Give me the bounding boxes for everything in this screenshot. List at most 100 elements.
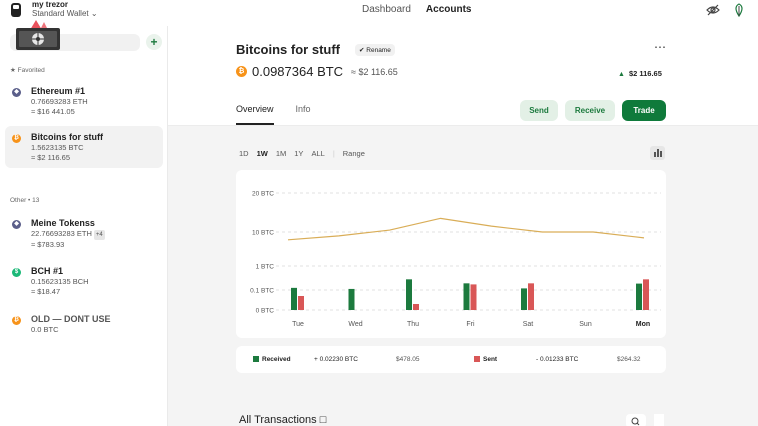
main-nav: Dashboard Accounts [362,4,471,15]
receive-button[interactable]: Receive [565,100,615,121]
sidebar-item-ethereum-1[interactable]: ◆ Ethereum #1 0.76693283 ETH ≈ $16 441.0… [5,80,163,122]
x-tick-label: Sat [523,321,534,328]
bitcoin-icon: ₿ [12,316,21,325]
x-tick-label: Fri [466,321,475,328]
edit-icon: ✔ [359,47,365,54]
received-swatch [253,356,259,362]
account-title: Bitcoins for stuff [236,42,340,57]
wallet-type: Standard Wallet ⌄ [32,9,98,18]
transactions-more-icon[interactable] [654,414,664,426]
account-fiat-balance: ≈ $16 441.05 [31,107,75,116]
device-switcher[interactable]: my trezor Standard Wallet ⌄ [10,0,98,19]
sent-bar [298,296,304,310]
account-fiat-balance: ≈ $18.47 [31,287,61,296]
trade-button[interactable]: Trade [622,100,666,121]
balance-fiat: ≈ $2 116.65 [351,67,398,77]
x-tick-label: Tue [292,321,304,328]
account-name: Ethereum #1 [31,86,86,96]
chevron-down-icon: ⌄ [90,9,98,18]
sidebar-item-old-dont-use[interactable]: ₿ OLD — DONT USE 0.0 BTC [5,308,163,340]
received-bar [463,283,470,310]
sent-bar [470,284,477,310]
bitcoin-icon: ₿ [236,66,247,77]
account-fiat-balance: ≈ $783.93 [31,240,65,249]
range-1m[interactable]: 1M [276,149,286,158]
trezor-device-icon [11,3,21,17]
account-crypto-balance: 0.76693283 ETH [31,97,88,106]
token-count-badge: +4 [93,230,105,240]
calendar-icon: □ [319,414,327,426]
range-selector: 1D 1W 1M 1Y ALL | Range [239,149,365,158]
hardware-device-notification-icon [16,20,60,50]
balance-line [287,217,645,241]
sidebar-item-meine-tokenss[interactable]: ◆ Meine Tokenss 22.76693283 ETH +4 ≈ $783… [5,212,163,255]
nav-dashboard[interactable]: Dashboard [362,4,411,15]
x-tick-label: Wed [348,321,362,328]
range-custom[interactable]: Range [343,149,365,158]
sent-bar [413,304,419,310]
transactions-title: All Transactions □ [239,414,327,426]
triangle-up-icon: ▲ [618,71,625,78]
tab-info[interactable]: Info [296,104,311,125]
sent-swatch [474,356,480,362]
bitcoin-cash-icon: $ [12,268,21,277]
received-bar [406,279,412,310]
legend-received-crypto: + 0.02230 BTC [314,356,358,363]
legend-sent-fiat: $264.32 [617,356,641,363]
ethereum-icon: ◆ [12,220,21,229]
top-bar: my trezor Standard Wallet ⌄ Dashboard Ac… [0,0,758,26]
sent-bar [528,283,534,310]
account-name: OLD — DONT USE [31,314,111,324]
send-button[interactable]: Send [520,100,558,121]
chart-type-icon[interactable] [650,146,665,160]
sidebar-item-bitcoins-for-stuff[interactable]: ₿ Bitcoins for stuff 1.5623135 BTC ≈ $2 … [5,126,163,168]
more-options-icon[interactable]: ⋯ [654,40,667,54]
hide-balances-icon[interactable] [706,3,720,17]
y-tick-label: 20 BTC [252,191,274,198]
top-icons [706,3,746,17]
legend-received-fiat: $478.05 [396,356,420,363]
range-1d[interactable]: 1D [239,149,249,158]
balance-change: ▲ $2 116.65 [618,69,662,78]
account-tabs: Overview Info [236,104,311,125]
account-fiat-balance: ≈ $2 116.65 [31,153,71,162]
sidebar-item-bch-1[interactable]: $ BCH #1 0.15623135 BCH ≈ $18.47 [5,260,163,302]
settings-leaf-icon[interactable] [732,3,746,17]
x-tick-label: Thu [407,321,419,328]
account-crypto-balance: 0.0 BTC [31,325,59,334]
tab-overview[interactable]: Overview [236,104,274,125]
account-name: BCH #1 [31,266,64,276]
account-name: Meine Tokenss [31,218,95,228]
received-bar [291,287,297,310]
search-transactions-icon[interactable] [626,414,646,426]
bitcoin-icon: ₿ [12,134,21,143]
range-1y[interactable]: 1Y [294,149,303,158]
x-tick-label: Mon [636,321,650,328]
nav-accounts[interactable]: Accounts [426,4,472,15]
received-bar [636,283,642,310]
ethereum-icon: ◆ [12,88,21,97]
chart-card: 20 BTC 10 BTC 1 BTC 0.1 BTC 0 BTC Tue Wed Thu Fr… [236,170,666,338]
account-crypto-balance: 22.76693283 ETH +4 [31,229,105,240]
y-tick-label: 0 BTC [256,308,275,315]
account-name: Bitcoins for stuff [31,132,103,142]
rename-button[interactable]: ✔ Rename [355,44,395,56]
legend-sent: Sent [474,356,497,363]
range-all[interactable]: ALL [311,149,324,158]
x-tick-label: Sun [579,321,592,328]
device-name: my trezor [32,0,69,9]
range-divider: | [332,149,335,158]
y-tick-label: 1 BTC [256,264,275,271]
favorited-section-label: ★ Favorited [10,67,45,74]
add-account-button[interactable]: + [146,34,162,50]
sent-bar [643,279,649,310]
legend-received: Received [253,356,291,363]
account-header: Bitcoins for stuff ✔ Rename ⋯ ₿ 0.098736… [168,26,758,126]
account-crypto-balance: 0.15623135 BCH [31,277,89,286]
account-crypto-balance: 1.5623135 BTC [31,143,84,152]
sidebar: + ★ Favorited ◆ Ethereum #1 0.76693283 E… [0,26,168,426]
other-section-label: Other • 13 [10,197,40,204]
balance-chart: 20 BTC 10 BTC 1 BTC 0.1 BTC 0 BTC Tue Wed Thu Fr… [250,191,661,328]
received-bar [521,288,527,310]
range-1w[interactable]: 1W [257,149,268,158]
